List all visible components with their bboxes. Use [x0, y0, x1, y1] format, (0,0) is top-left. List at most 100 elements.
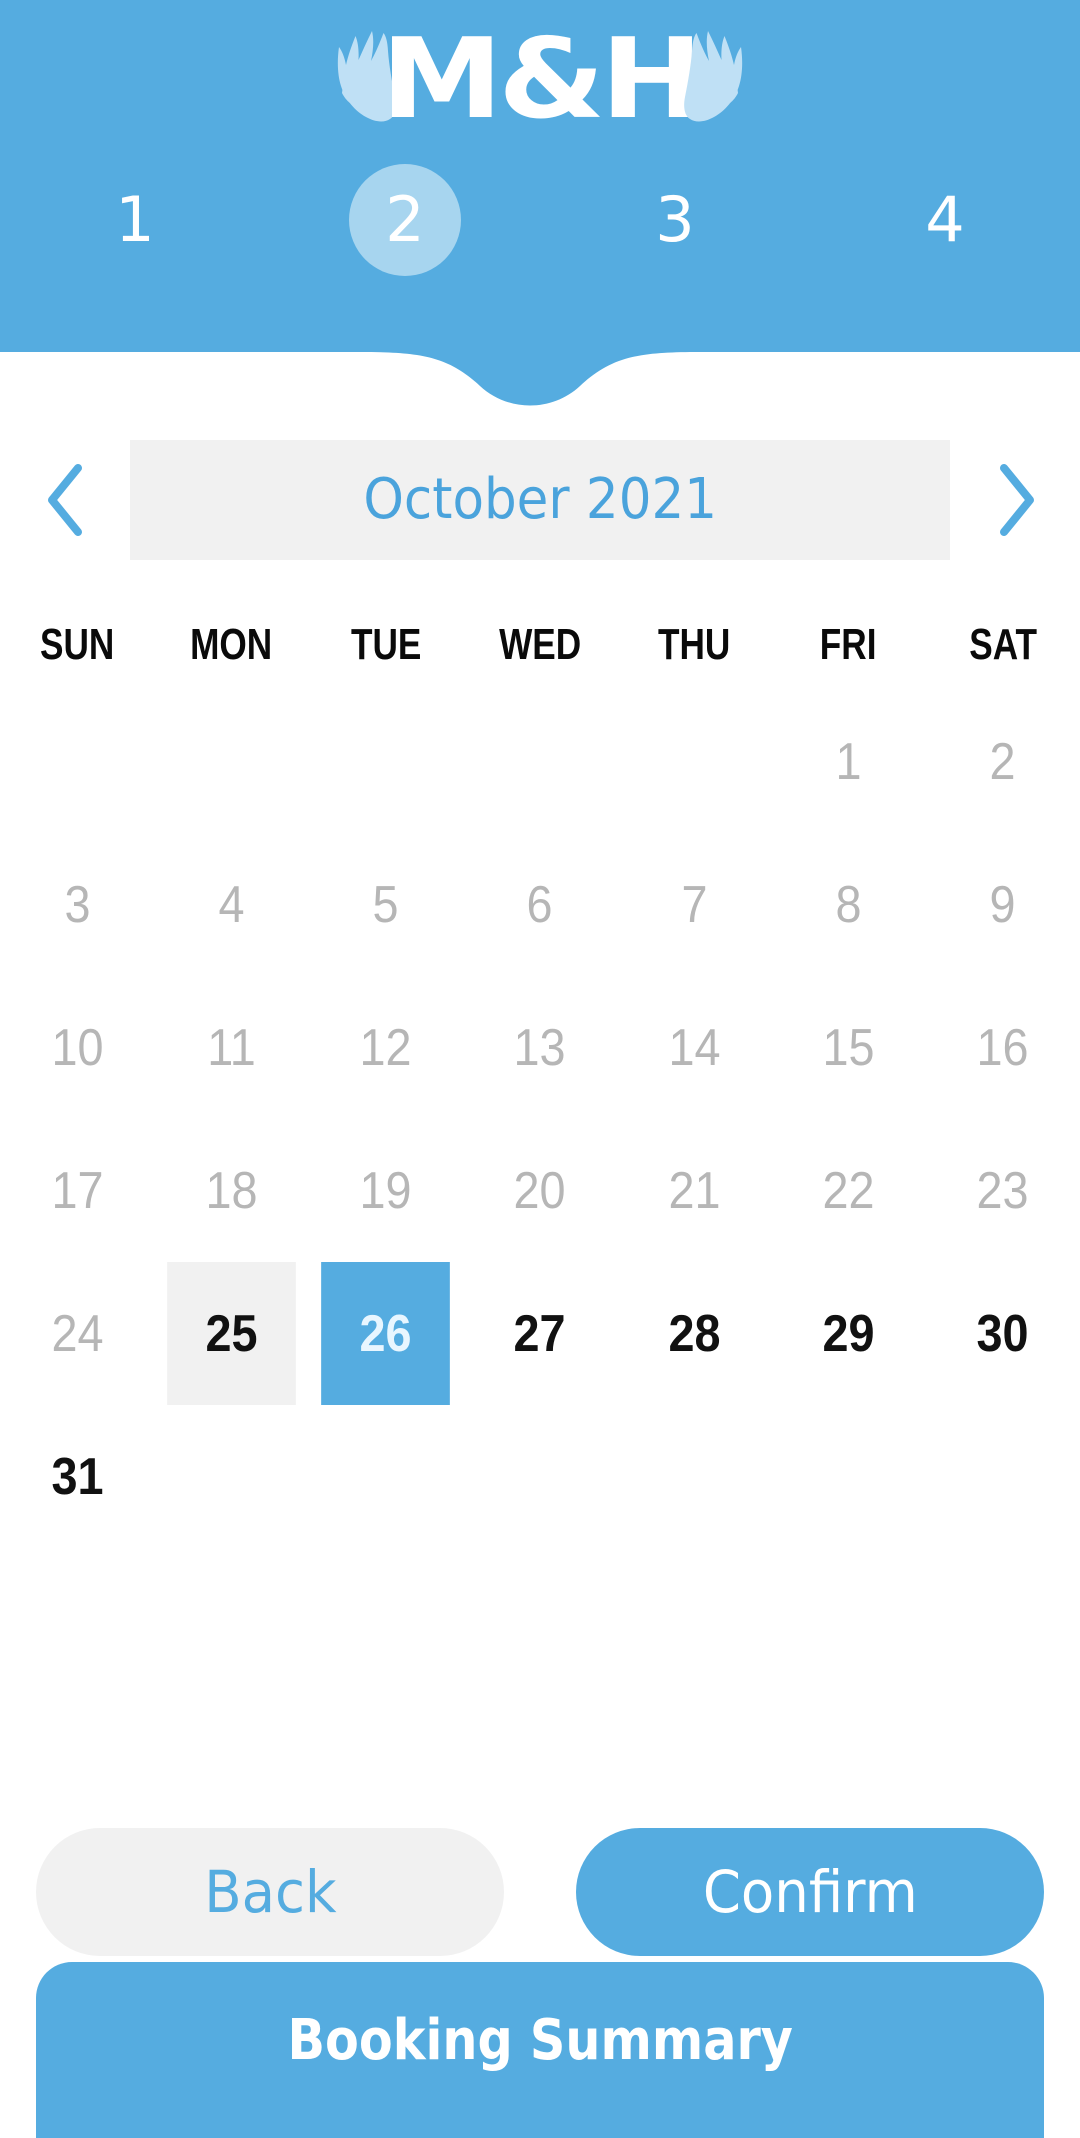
- calendar-cell[interactable]: 18: [154, 1119, 308, 1262]
- calendar-cell: [617, 1405, 771, 1548]
- wing-icon-right: [681, 27, 747, 131]
- calendar-cell[interactable]: 30: [926, 1262, 1080, 1405]
- weekday-label-sun: SUN: [39, 620, 115, 669]
- step-label: 3: [655, 183, 695, 256]
- calendar-cell[interactable]: 24: [0, 1262, 154, 1405]
- calendar-cell[interactable]: 23: [926, 1119, 1080, 1262]
- calendar-day-9: 9: [989, 875, 1016, 934]
- calendar-cell[interactable]: 14: [617, 976, 771, 1119]
- calendar: SUN MON TUE WED THU FRI SAT 1 2 3 4 5 6 7 8 9 10 1…: [0, 600, 1080, 1548]
- calendar-day-13: 13: [513, 1018, 567, 1077]
- calendar-cell[interactable]: 19: [309, 1119, 463, 1262]
- app-screen: M&H 1 2 3 4 October 2021 SUN MON TUE WED…: [0, 0, 1080, 2138]
- booking-summary-label: Booking Summary: [287, 2008, 793, 2073]
- calendar-day-5: 5: [372, 875, 399, 934]
- calendar-day-blank: [476, 1405, 605, 1548]
- calendar-day-7: 7: [681, 875, 708, 934]
- calendar-cell: [0, 690, 154, 833]
- calendar-cell[interactable]: 22: [771, 1119, 925, 1262]
- brand-name: M&H: [381, 14, 703, 144]
- calendar-cell[interactable]: 6: [463, 833, 617, 976]
- calendar-day-31: 31: [51, 1447, 104, 1506]
- calendar-day-blank: [321, 1405, 450, 1548]
- calendar-day-24: 24: [51, 1304, 104, 1363]
- calendar-cell[interactable]: 29: [771, 1262, 925, 1405]
- calendar-cell[interactable]: 10: [0, 976, 154, 1119]
- calendar-cell[interactable]: 8: [771, 833, 925, 976]
- calendar-day-blank: [938, 1405, 1067, 1548]
- calendar-day-18: 18: [205, 1161, 258, 1220]
- calendar-day-26: 26: [321, 1262, 451, 1405]
- calendar-cell[interactable]: 31: [0, 1405, 154, 1548]
- booking-summary-panel[interactable]: Booking Summary: [36, 1962, 1044, 2138]
- calendar-cell[interactable]: 2: [926, 690, 1080, 833]
- calendar-day-blank: [167, 1405, 296, 1548]
- footer-actions: Back Confirm: [0, 1828, 1080, 1956]
- weekday-label-fri: FRI: [820, 620, 877, 669]
- calendar-cell[interactable]: 17: [0, 1119, 154, 1262]
- step-label: 4: [925, 183, 965, 256]
- calendar-cell: [309, 1405, 463, 1548]
- calendar-cell[interactable]: 16: [926, 976, 1080, 1119]
- back-button[interactable]: Back: [36, 1828, 504, 1956]
- brand-logo: M&H: [0, 14, 1080, 144]
- weekday-label-tue: TUE: [350, 620, 421, 669]
- confirm-button-label: Confirm: [702, 1858, 918, 1926]
- calendar-day-16: 16: [976, 1018, 1029, 1077]
- calendar-cell[interactable]: 4: [154, 833, 308, 976]
- calendar-day-30: 30: [976, 1304, 1029, 1363]
- confirm-button[interactable]: Confirm: [576, 1828, 1044, 1956]
- weekday-label-wed: WED: [498, 620, 582, 669]
- calendar-cell[interactable]: 7: [617, 833, 771, 976]
- month-display[interactable]: October 2021: [130, 440, 950, 560]
- calendar-cell[interactable]: 1: [771, 690, 925, 833]
- step-indicator: 1 2 3 4: [0, 160, 1080, 280]
- calendar-day-1: 1: [835, 732, 862, 791]
- calendar-cell[interactable]: 26: [309, 1262, 463, 1405]
- calendar-day-blank: [784, 1405, 913, 1548]
- calendar-day-17: 17: [51, 1161, 104, 1220]
- calendar-day-20: 20: [513, 1161, 567, 1220]
- calendar-cell[interactable]: 9: [926, 833, 1080, 976]
- calendar-cell[interactable]: 28: [617, 1262, 771, 1405]
- step-label: 2: [385, 183, 425, 256]
- calendar-day-27: 27: [513, 1304, 567, 1363]
- calendar-day-11: 11: [207, 1018, 256, 1077]
- calendar-day-8: 8: [835, 875, 862, 934]
- calendar-cell: [154, 1405, 308, 1548]
- calendar-day-blank: [321, 690, 450, 833]
- next-month-button[interactable]: [950, 440, 1080, 560]
- back-button-label: Back: [203, 1858, 337, 1926]
- month-label: October 2021: [363, 467, 717, 532]
- chevron-left-icon: [42, 464, 88, 536]
- weekday-label-thu: THU: [658, 620, 731, 669]
- calendar-cell[interactable]: 13: [463, 976, 617, 1119]
- calendar-cell[interactable]: 15: [771, 976, 925, 1119]
- calendar-cell[interactable]: 11: [154, 976, 308, 1119]
- step-item-1[interactable]: 1: [0, 160, 270, 280]
- calendar-day-14: 14: [668, 1018, 721, 1077]
- calendar-day-grid: 1 2 3 4 5 6 7 8 9 10 11 12 13 14 15 16 17 18 19 20 21 22 23 24 2…: [0, 690, 1080, 1548]
- calendar-cell[interactable]: 20: [463, 1119, 617, 1262]
- calendar-cell[interactable]: 25: [154, 1262, 308, 1405]
- chevron-right-icon: [992, 464, 1038, 536]
- calendar-cell[interactable]: 21: [617, 1119, 771, 1262]
- calendar-cell[interactable]: 5: [309, 833, 463, 976]
- step-item-3[interactable]: 3: [540, 160, 810, 280]
- calendar-day-10: 10: [51, 1018, 104, 1077]
- calendar-day-blank: [630, 690, 759, 833]
- prev-month-button[interactable]: [0, 440, 130, 560]
- calendar-cell: [154, 690, 308, 833]
- calendar-cell[interactable]: 3: [0, 833, 154, 976]
- calendar-day-blank: [630, 1405, 759, 1548]
- step-item-2[interactable]: 2: [270, 160, 540, 280]
- weekday-label-mon: MON: [190, 620, 273, 669]
- calendar-cell[interactable]: 27: [463, 1262, 617, 1405]
- step-item-4[interactable]: 4: [810, 160, 1080, 280]
- calendar-day-22: 22: [822, 1161, 875, 1220]
- calendar-day-blank: [167, 690, 296, 833]
- calendar-cell[interactable]: 12: [309, 976, 463, 1119]
- calendar-day-2: 2: [989, 732, 1016, 791]
- step-label: 1: [115, 183, 155, 256]
- calendar-day-28: 28: [668, 1304, 721, 1363]
